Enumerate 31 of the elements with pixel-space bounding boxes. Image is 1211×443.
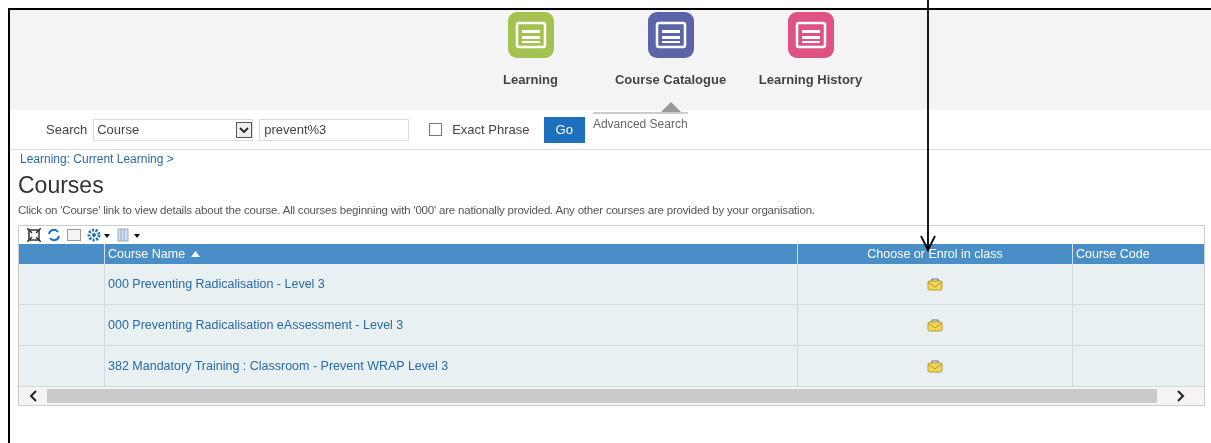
columns-icon[interactable] xyxy=(117,228,141,243)
detach-icon[interactable] xyxy=(27,228,41,243)
column-header[interactable]: Choose or Enrol in class xyxy=(797,244,1072,265)
nav-tab[interactable]: Course Catalogue xyxy=(615,12,726,110)
refresh-icon[interactable] xyxy=(47,228,61,243)
briefcase-icon[interactable] xyxy=(927,359,943,374)
exact-phrase-checkbox[interactable] xyxy=(429,123,443,136)
course-link[interactable]: 000 Preventing Radicalisation - Level 3 xyxy=(108,274,325,294)
chevron-down-icon xyxy=(236,121,253,138)
page-title: Courses xyxy=(18,171,105,200)
briefcase-icon[interactable] xyxy=(927,277,943,292)
go-button[interactable]: Go xyxy=(543,116,585,143)
nav-tab[interactable]: Learning History xyxy=(755,12,866,110)
description-text: Click on 'Course' link to view details about the course. All courses beginning with '000' are nationally provided. Any other courses are provided by your organisation. xyxy=(18,203,816,218)
sort-ascending-icon xyxy=(191,251,201,258)
scroll-left-icon[interactable] xyxy=(29,390,37,403)
column-header[interactable]: Course Code xyxy=(1072,244,1204,265)
search-label: Search xyxy=(46,120,88,139)
nav-tab[interactable]: Learning xyxy=(475,12,586,110)
window-icon[interactable] xyxy=(67,229,81,242)
settings-icon[interactable] xyxy=(87,228,111,243)
column-header[interactable]: Course Name xyxy=(104,244,797,265)
search-scope-select[interactable]: Course xyxy=(93,118,254,141)
horizontal-scrollbar[interactable] xyxy=(19,387,1204,406)
breadcrumb-link[interactable]: Learning: Current Learning > xyxy=(18,150,1205,168)
advanced-search-link[interactable]: Advanced Search xyxy=(592,112,688,133)
briefcase-icon[interactable] xyxy=(927,318,943,333)
search-field[interactable]: prevent%3 xyxy=(259,118,410,141)
exact-phrase-label: Exact Phrase xyxy=(452,120,530,139)
scrollbar-thumb[interactable] xyxy=(47,389,1157,404)
scroll-right-icon[interactable] xyxy=(1177,390,1185,403)
